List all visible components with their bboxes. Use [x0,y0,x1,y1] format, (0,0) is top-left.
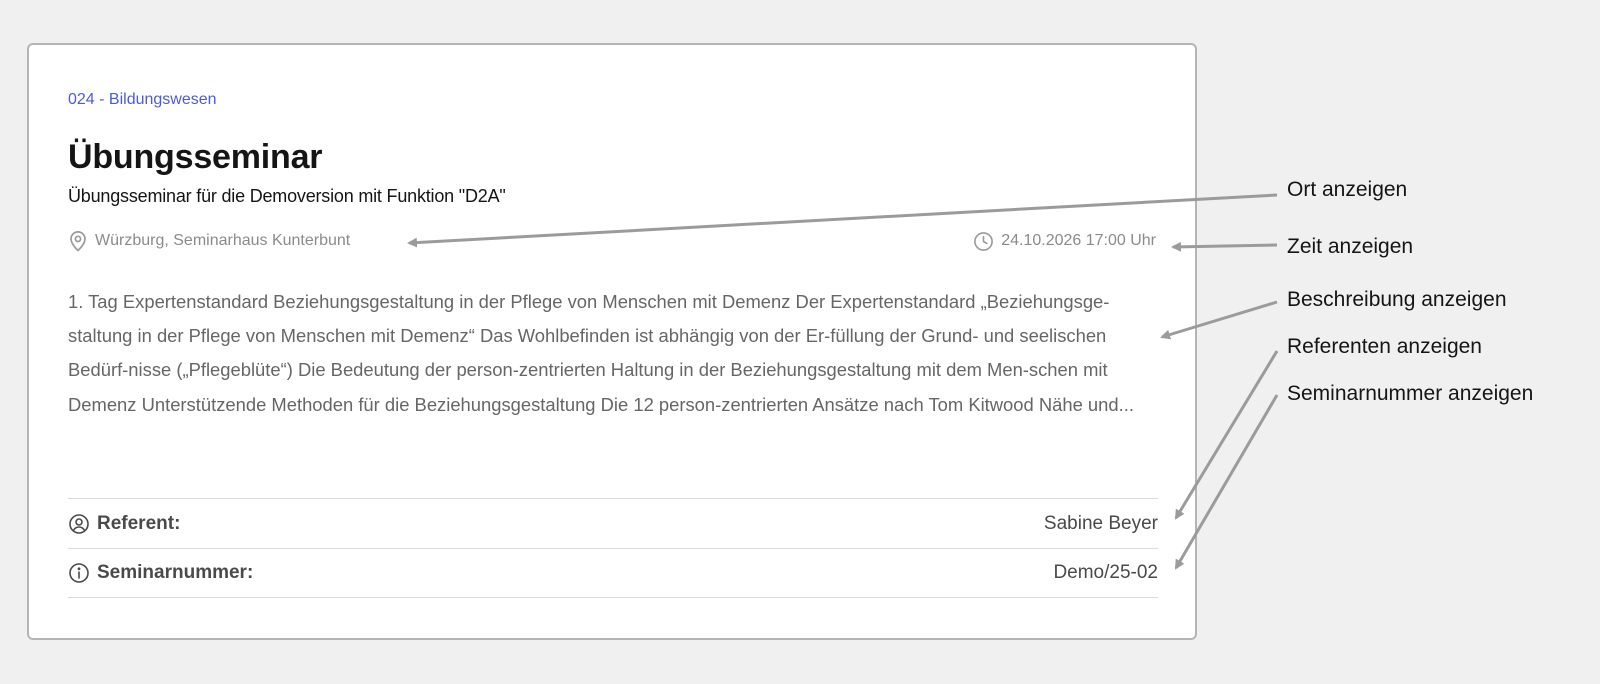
seminarnummer-label: Seminarnummer: [68,562,253,584]
location-text: Würzburg, Seminarhaus Kunterbunt [95,232,351,249]
annotation-beschreibung: Beschreibung anzeigen [1287,288,1507,311]
seminar-subtitle: Übungsseminar für die Demoversion mit Fu… [68,186,506,206]
annotation-ort: Ort anzeigen [1287,178,1408,201]
annotation-zeit: Zeit anzeigen [1287,235,1414,258]
seminar-description: 1. Tag Expertenstandard Beziehungsgestal… [68,291,1134,415]
referent-value: Sabine Beyer [1043,512,1158,534]
referent-row: Referent: Sabine Beyer [68,498,1158,548]
seminar-title: Übungsseminar [68,138,323,176]
seminarnummer-label-text: Seminarnummer: [97,562,254,583]
referent-label-text: Referent: [97,512,181,534]
info-icon [68,562,90,584]
annotation-referenten: Referenten anzeigen [1287,335,1482,358]
seminarnummer-row: Seminarnummer: Demo/25-02 [68,548,1158,598]
seminarnummer-value: Demo/25-02 [1053,562,1158,583]
clock-icon [973,231,994,252]
map-pin-icon [68,230,88,252]
user-circle-icon [68,513,90,535]
seminar-card: 024 - Bildungswesen Übungsseminar Übungs… [27,43,1197,640]
seminar-category: 024 - Bildungswesen [68,91,217,108]
seminar-location: Würzburg, Seminarhaus Kunterbunt [68,229,350,253]
referent-label: Referent: [68,513,180,535]
seminar-datetime: 24.10.2026 17:00 Uhr [973,229,1156,253]
annotation-seminarnummer: Seminarnummer anzeigen [1287,382,1534,405]
datetime-text: 24.10.2026 17:00 Uhr [1001,232,1156,249]
